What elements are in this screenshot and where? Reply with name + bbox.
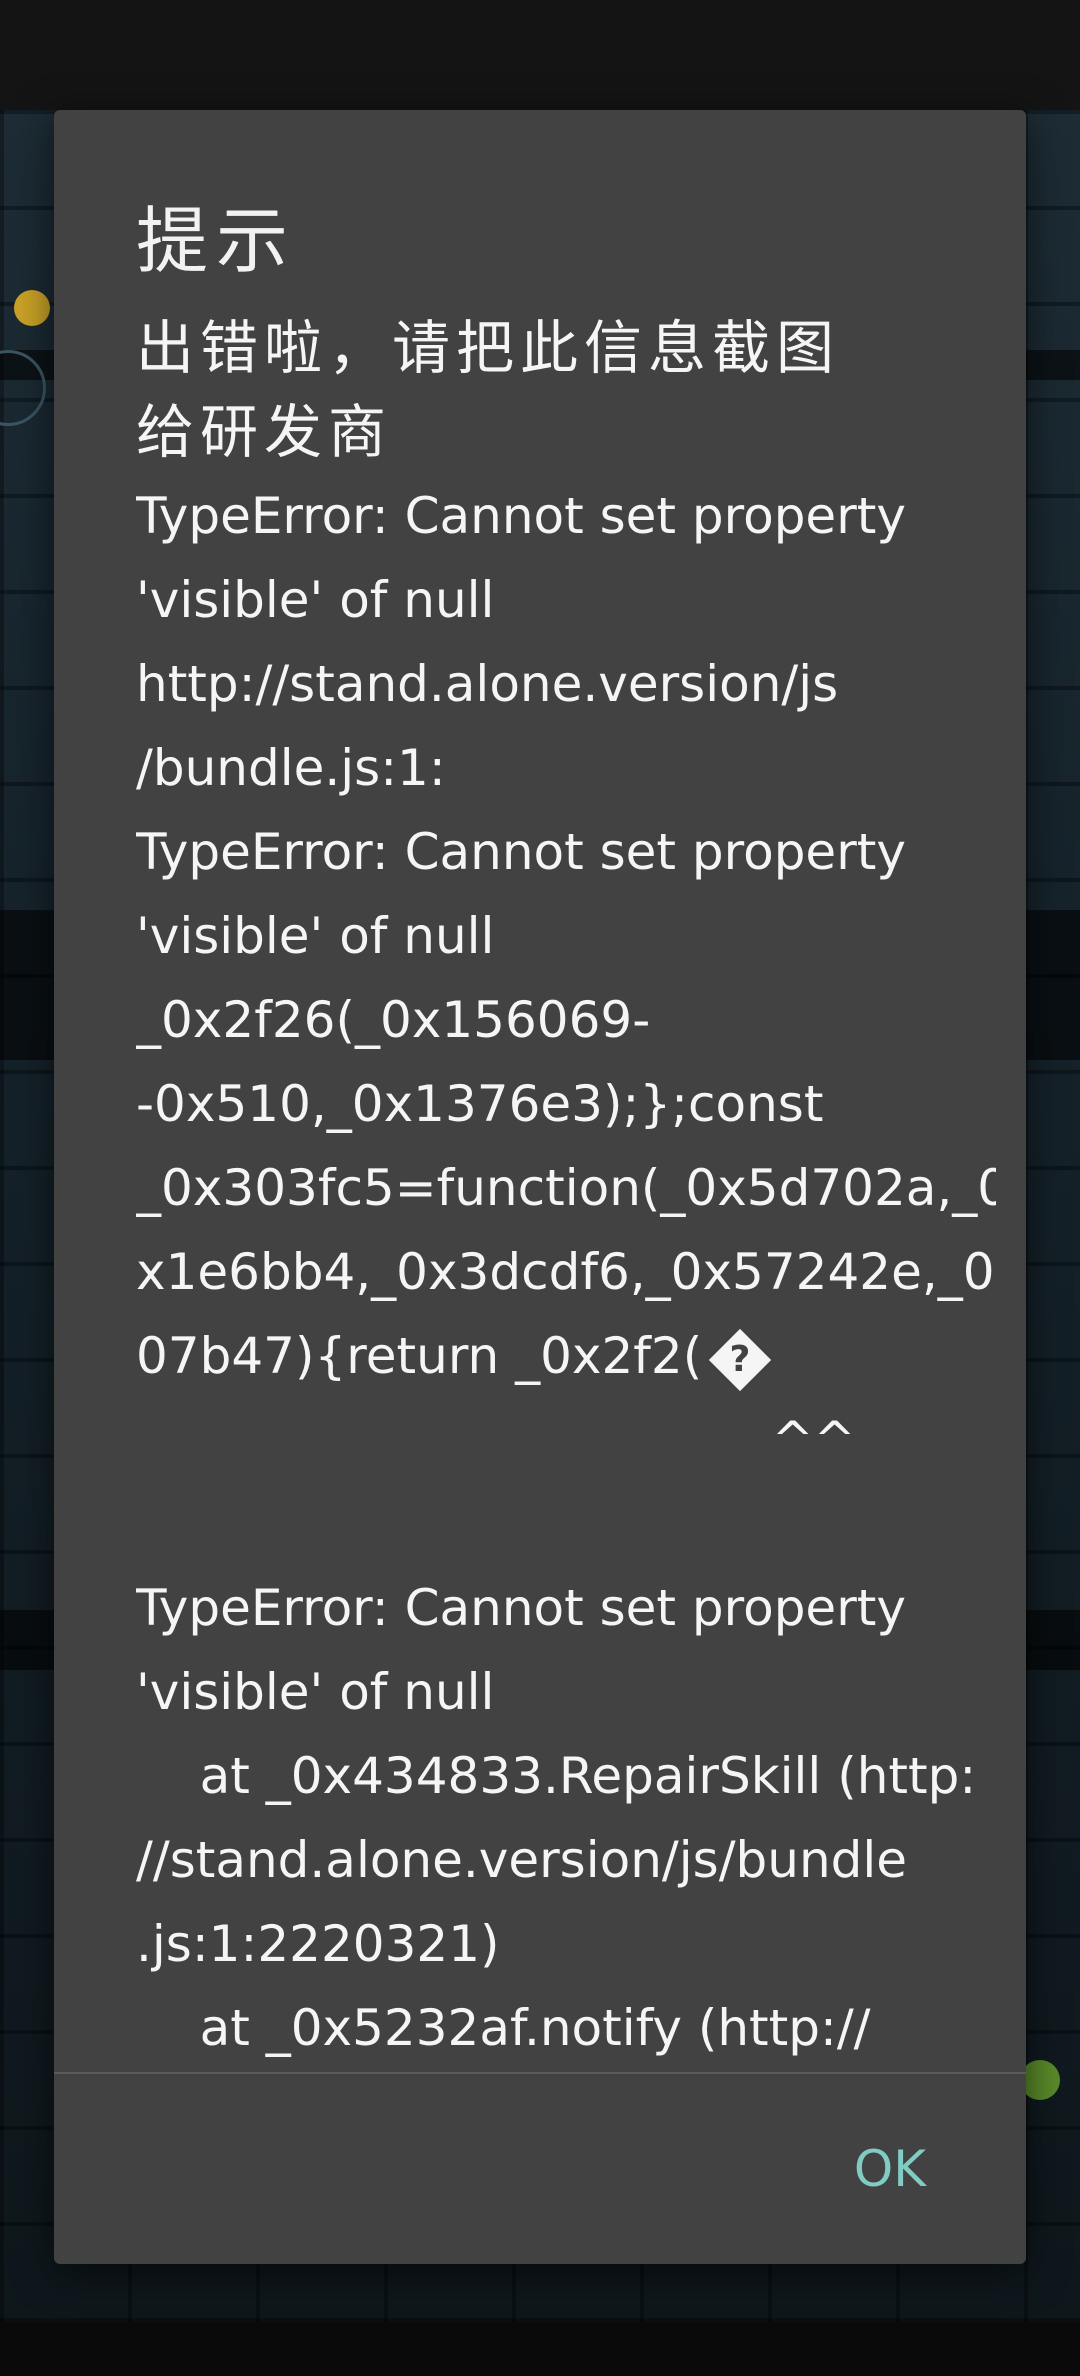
- message-line: x1e6bb4,_0x3dcdf6,_0x57242e,_0x5: [136, 1243, 996, 1301]
- coin-icon: [14, 290, 50, 326]
- message-line-text: 07b47){return _0x2f2(: [136, 1327, 703, 1385]
- message-line: _0x2f26(_0x156069-: [136, 991, 651, 1049]
- status-bar: [0, 0, 1080, 110]
- message-line: TypeError: Cannot set property: [136, 487, 906, 545]
- message-line: [136, 1482, 996, 1566]
- message-line: 给研发商: [136, 398, 393, 466]
- ok-button[interactable]: OK: [854, 2140, 926, 2198]
- dialog-divider: [54, 2072, 1026, 2074]
- game-element-icon: [1020, 2060, 1060, 2100]
- message-line: .js:1:2220321): [136, 1915, 500, 1973]
- error-dialog: 提示 出错啦，请把此信息截图 给研发商 TypeError: Cannot se…: [54, 110, 1026, 2264]
- message-line: 'visible' of null: [136, 571, 495, 629]
- dialog-title: 提示: [136, 199, 297, 283]
- message-line: at _0x434833.RepairSkill (http:: [136, 1747, 977, 1805]
- message-line: //stand.alone.version/js/bundle: [136, 1831, 908, 1889]
- navigation-bar: [0, 2322, 1080, 2376]
- message-line: _0x303fc5=function(_0x5d702a,_0: [136, 1159, 996, 1217]
- message-line: -0x510,_0x1376e3);};const: [136, 1075, 824, 1133]
- question-diamond-icon: ?: [709, 1328, 772, 1391]
- message-line: /bundle.js:1:: [136, 739, 446, 797]
- message-line: http://stand.alone.version/js: [136, 655, 839, 713]
- message-line-with-glyph: 07b47){return _0x2f2(?: [136, 1314, 996, 1398]
- message-line: TypeError: Cannot set property: [136, 823, 906, 881]
- message-line: at _0x5232af.notify (http://: [136, 1999, 871, 2057]
- message-line: 'visible' of null: [136, 1663, 495, 1721]
- message-line: 'visible' of null: [136, 907, 495, 965]
- message-line: TypeError: Cannot set property: [136, 1579, 906, 1637]
- message-line: ^^: [136, 1411, 856, 1469]
- error-message[interactable]: 出错啦，请把此信息截图 给研发商 TypeError: Cannot set p…: [136, 306, 996, 2182]
- message-line: 出错啦，请把此信息截图: [136, 314, 841, 382]
